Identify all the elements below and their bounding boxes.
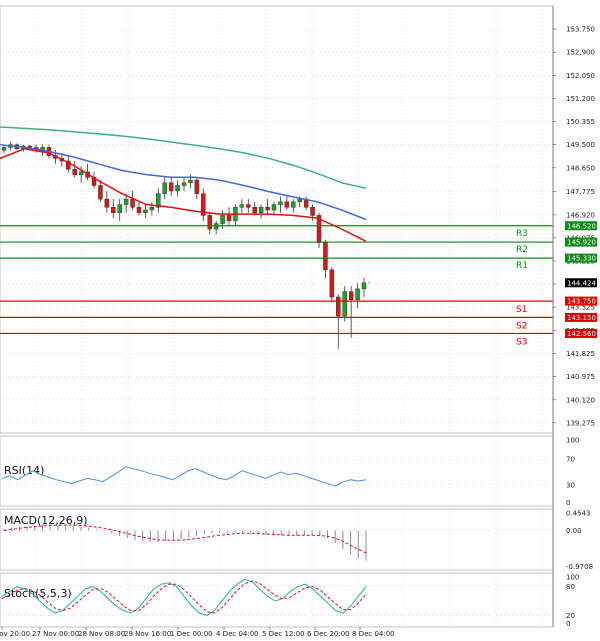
candle-body (72, 168, 77, 175)
candle-body (284, 201, 290, 208)
y-tick-label: 152.900 (566, 49, 595, 57)
candle-body (175, 185, 180, 192)
candle-body (297, 198, 302, 203)
candle-body (117, 204, 122, 213)
x-tick-label: 29 Nov 16:00 (124, 630, 171, 638)
candle-body (258, 207, 264, 213)
y-tick-label: -0.9708 (566, 563, 593, 571)
candle-body (323, 242, 328, 271)
x-tick-label: 6 Dec 20:00 (307, 630, 350, 638)
candle-body (310, 207, 315, 216)
candle-body (220, 215, 225, 224)
level-price-label: 143.150 (567, 314, 596, 322)
y-tick-label: 141.825 (566, 350, 595, 358)
y-tick-label: 146.920 (566, 211, 595, 219)
candle-body (207, 215, 212, 230)
x-tick-label: 28 Nov 08:00 (78, 630, 125, 638)
level-price-label: 145.920 (567, 239, 596, 247)
y-tick-label: 70 (566, 456, 575, 464)
candle-body (27, 145, 32, 148)
candle-body (188, 179, 193, 184)
candle-body (271, 204, 277, 211)
level-name-r1: R1 (516, 261, 528, 271)
y-tick-label: 152.050 (566, 72, 595, 80)
y-tick-label: 148.650 (566, 164, 595, 172)
y-tick-label: 0.00 (566, 527, 582, 535)
candle-body (342, 291, 347, 317)
y-tick-label: 153.750 (566, 26, 595, 34)
y-tick-label: 149.500 (566, 141, 595, 149)
candle-body (246, 204, 251, 208)
candle-body (329, 269, 335, 298)
level-price-label: 143.750 (567, 298, 596, 306)
chart-area: 153.750 152.900 152.050 151.200 150.355 149.5… (0, 0, 600, 641)
y-tick-label: 80 (566, 583, 575, 591)
candle-body (162, 182, 167, 194)
y-tick-label: 140.975 (566, 373, 595, 381)
candle-body (355, 288, 360, 300)
y-tick-label: 147.775 (566, 188, 595, 196)
y-tick-label: 20 (566, 612, 575, 620)
candle (342, 286, 347, 322)
x-tick-label: 4 Dec 04:00 (216, 630, 259, 638)
candle-body (1, 147, 7, 151)
y-tick-label: 139.275 (566, 419, 595, 427)
level-name-r3: R3 (516, 229, 528, 239)
x-tick-label: Nov 20:00 (0, 630, 30, 638)
level-name-r2: R2 (516, 245, 528, 255)
candle-body (123, 198, 129, 205)
candle-body (181, 182, 187, 186)
candle-body (278, 201, 283, 205)
y-tick-label: 100 (566, 574, 579, 582)
candle-body (239, 204, 245, 208)
candle (329, 267, 335, 303)
candle-body (98, 185, 103, 200)
x-tick-label: 27 Nov 00:00 (32, 630, 79, 638)
level-name-s1: S1 (516, 305, 527, 315)
x-tick-label: 8 Dec 04:00 (352, 630, 395, 638)
candle-body (291, 201, 296, 208)
level-name-s2: S2 (516, 321, 527, 331)
y-tick-label: 0 (566, 499, 570, 507)
candle-body (168, 182, 174, 192)
y-tick-label: 0.4543 (566, 510, 591, 518)
y-tick-label: 0 (566, 620, 570, 628)
y-tick-label: 151.200 (566, 95, 595, 103)
candle-body (265, 207, 270, 211)
candle-body (111, 207, 116, 213)
candle-body (143, 209, 148, 213)
candle-body (130, 198, 135, 208)
level-price-label: 146.520 (567, 222, 596, 230)
current-price-label: 144.424 (567, 279, 596, 287)
candle-body (226, 215, 232, 222)
x-tick-label: 5 Dec 12:00 (262, 630, 305, 638)
candle-body (104, 198, 110, 208)
candle-body (348, 291, 354, 300)
y-tick-label: 100 (566, 437, 579, 445)
candle-body (136, 207, 142, 213)
candle-body (149, 207, 155, 211)
level-name-s3: S3 (516, 337, 527, 347)
candle-body (252, 207, 257, 213)
level-price-label: 142.560 (567, 330, 596, 338)
candle-body (361, 282, 367, 290)
level-price-label: 145.330 (567, 255, 596, 263)
y-tick-label: 30 (566, 481, 575, 489)
y-tick-label: 140.120 (566, 396, 595, 404)
candle-body (194, 179, 200, 194)
x-tick-label: 1 Dec 00:00 (170, 630, 213, 638)
candle-body (336, 296, 341, 317)
y-tick-label: 150.355 (566, 118, 595, 126)
indicator-title: RSI(14) (4, 464, 44, 477)
candle-body (78, 171, 84, 175)
